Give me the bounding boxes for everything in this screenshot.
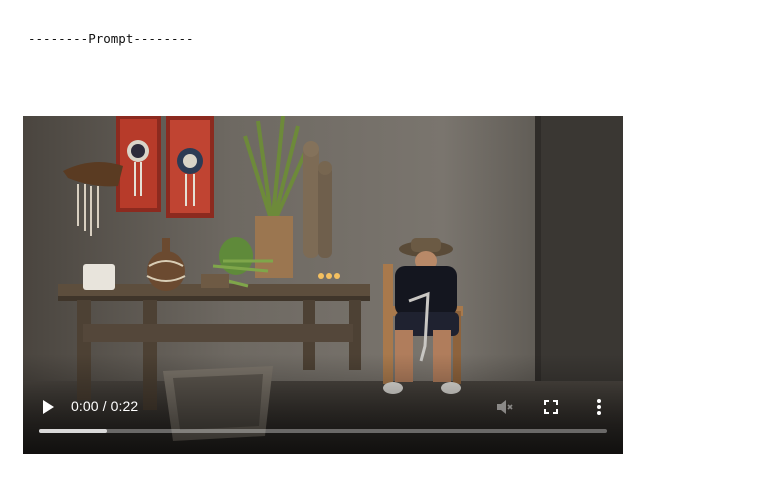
more-vertical-icon (597, 399, 601, 415)
volume-muted-icon (497, 400, 513, 414)
statue-left (303, 146, 319, 258)
statue-right (318, 166, 332, 258)
prompt-header: --------Prompt-------- (28, 31, 194, 46)
prompt-blank-line (28, 81, 728, 98)
fullscreen-icon (544, 400, 558, 414)
wall-corner (535, 116, 541, 386)
plant-pedestal (255, 216, 293, 278)
play-icon (43, 400, 54, 414)
more-options-button[interactable] (588, 396, 610, 418)
fullscreen-button[interactable] (540, 396, 562, 418)
patterned-vase (147, 251, 185, 291)
person-legs (395, 330, 413, 382)
progress-bar[interactable] (39, 429, 607, 433)
play-button[interactable] (37, 396, 59, 418)
mute-button[interactable] (493, 396, 515, 418)
video-controls: 0:00 / 0:22 (23, 394, 623, 418)
table-leg-left (77, 300, 91, 400)
progress-buffered (39, 429, 108, 433)
white-candle (83, 264, 115, 290)
time-display: 0:00 / 0:22 (71, 398, 139, 414)
video-player[interactable]: 0:00 / 0:22 (23, 116, 623, 454)
chair (383, 264, 393, 384)
